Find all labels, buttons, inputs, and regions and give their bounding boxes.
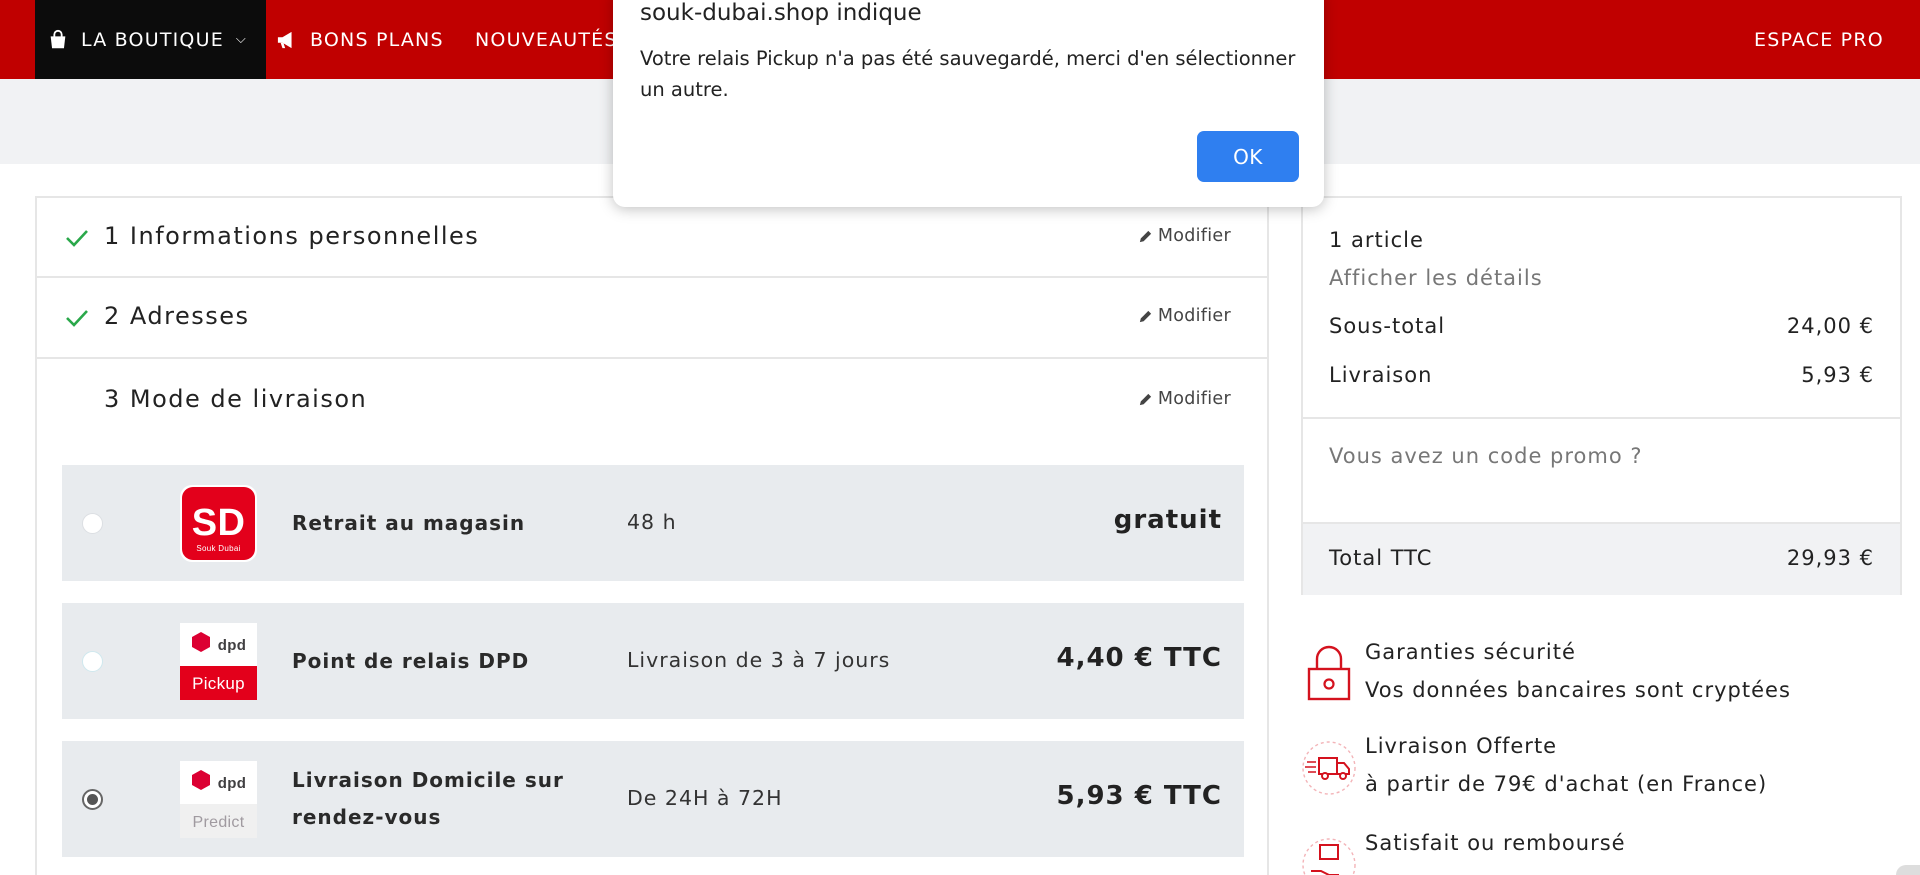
modify-label: Modifier	[1157, 226, 1231, 246]
nav-nouveautes-label: NOUVEAUTÉS	[475, 28, 618, 51]
carrier-option-store-pickup[interactable]: SD Souk Dubai Retrait au magasin 48 h gr…	[62, 465, 1244, 581]
article-count: 1 article	[1329, 228, 1874, 252]
step-title: 1 Informations personnelles	[104, 222, 480, 250]
nav-nouveautes[interactable]: NOUVEAUTÉS	[475, 0, 618, 79]
article-count-text: 1 article	[1329, 228, 1424, 252]
logo-subtext: Souk Dubai	[196, 544, 240, 553]
dialog-message: Votre relais Pickup n'a pas été sauvegar…	[640, 47, 1296, 101]
reassurance-free-delivery: Livraison Offerte à partir de 79€ d'acha…	[1301, 734, 1901, 804]
reassurance-satisfied: Satisfait ou remboursé	[1301, 831, 1901, 875]
shopping-bag-icon	[50, 29, 66, 48]
nav-la-boutique[interactable]: LA BOUTIQUE ⌵	[35, 0, 266, 79]
show-details-link[interactable]: Afficher les détails	[1329, 266, 1874, 290]
summary-divider	[1303, 417, 1900, 419]
modify-personal-info-link[interactable]: Modifier	[1138, 226, 1231, 246]
check-icon	[66, 310, 88, 327]
carrier-delay: 48 h	[627, 510, 677, 534]
chevron-down-icon: ⌵	[235, 32, 247, 47]
promo-code-label: Vous avez un code promo ?	[1329, 444, 1643, 468]
shipping-row: Livraison 5,93 €	[1329, 363, 1874, 387]
logo-subtext: Predict	[193, 814, 245, 831]
order-summary: 1 article Afficher les détails Sous-tota…	[1301, 196, 1902, 595]
dpd-predict-logo: dpd Predict	[180, 761, 257, 838]
nav-bons-plans[interactable]: BONS PLANS	[276, 0, 444, 79]
scroll-corner	[1896, 865, 1920, 875]
modify-label: Modifier	[1157, 306, 1231, 326]
subtotal-label: Sous-total	[1329, 314, 1446, 338]
show-details-label: Afficher les détails	[1329, 266, 1543, 290]
reassurance-security: Garanties sécurité Vos données bancaires…	[1301, 637, 1901, 707]
pencil-icon	[1139, 393, 1151, 405]
carrier-name-line2: rendez-vous	[292, 805, 442, 829]
nav-espace-pro[interactable]: ESPACE PRO	[1754, 0, 1884, 79]
total-value: 29,93 €	[1786, 546, 1874, 570]
box-hand-icon	[1302, 838, 1356, 875]
carrier-radio-selected[interactable]	[82, 789, 103, 810]
dialog-title: souk-dubai.shop indique	[640, 0, 922, 26]
logo-text: SD	[192, 502, 245, 544]
nav-espace-pro-label: ESPACE PRO	[1754, 28, 1884, 51]
dpd-pickup-logo: dpd Pickup	[180, 623, 257, 700]
reassurance-text: Vos données bancaires sont cryptées	[1365, 678, 1791, 702]
megaphone-icon	[277, 31, 292, 48]
check-icon	[66, 230, 88, 247]
carrier-option-dpd-predict[interactable]: dpd Predict Livraison Domicile sur rende…	[62, 741, 1244, 857]
alert-dialog: souk-dubai.shop indique Votre relais Pic…	[613, 0, 1324, 207]
total-line: Total TTC 29,93 €	[1329, 546, 1874, 570]
shipping-label: Livraison	[1329, 363, 1433, 387]
lock-icon	[1307, 645, 1351, 701]
carrier-price: gratuit	[1113, 505, 1222, 535]
checkout-steps: 1 Informations personnelles Modifier 2 A…	[35, 196, 1269, 875]
subtotal-value: 24,00 €	[1786, 314, 1874, 338]
reassurance-title: Livraison Offerte	[1365, 734, 1558, 758]
modify-label: Modifier	[1157, 389, 1231, 409]
logo-text: dpd	[218, 637, 246, 654]
nav-la-boutique-label: LA BOUTIQUE	[81, 28, 224, 51]
carrier-price: 5,93 € TTC	[1056, 781, 1222, 811]
carrier-name: Retrait au magasin	[292, 511, 526, 535]
nav-bons-plans-label: BONS PLANS	[310, 28, 444, 51]
step-title-delivery: 3 Mode de livraison	[104, 385, 368, 413]
logo-text: dpd	[218, 775, 246, 792]
reassurance-text: à partir de 79€ d'achat (en France)	[1365, 772, 1768, 796]
carrier-option-dpd-pickup[interactable]: dpd Pickup Point de relais DPD Livraison…	[62, 603, 1244, 719]
step-personal-info: 1 Informations personnelles Modifier	[37, 198, 1267, 278]
reassurance-title: Garanties sécurité	[1365, 640, 1576, 664]
step-title: 2 Adresses	[104, 302, 250, 330]
carrier-name: Point de relais DPD	[292, 649, 530, 673]
total-row: Total TTC 29,93 €	[1303, 524, 1900, 595]
carrier-price: 4,40 € TTC	[1056, 643, 1222, 673]
carrier-radio[interactable]	[82, 513, 103, 534]
modify-delivery-link[interactable]: Modifier	[1138, 389, 1231, 409]
carrier-delay: Livraison de 3 à 7 jours	[627, 648, 891, 672]
subtotal-row: Sous-total 24,00 €	[1329, 314, 1874, 338]
logo-subtext: Pickup	[192, 674, 245, 693]
carrier-delay: De 24H à 72H	[627, 786, 783, 810]
promo-code-link[interactable]: Vous avez un code promo ?	[1329, 444, 1874, 468]
step-addresses: 2 Adresses Modifier	[37, 278, 1267, 359]
dialog-ok-button[interactable]: OK	[1197, 131, 1299, 182]
reassurance-title: Satisfait ou remboursé	[1365, 831, 1626, 855]
shipping-value: 5,93 €	[1801, 363, 1874, 387]
pencil-icon	[1139, 310, 1151, 322]
total-label: Total TTC	[1329, 546, 1433, 570]
modify-addresses-link[interactable]: Modifier	[1138, 306, 1231, 326]
carrier-name-line1: Livraison Domicile sur	[292, 768, 564, 792]
delivery-truck-icon	[1302, 741, 1356, 795]
souk-dubai-logo: SD Souk Dubai	[180, 485, 257, 562]
carrier-radio[interactable]	[82, 651, 103, 672]
pencil-icon	[1139, 230, 1151, 242]
